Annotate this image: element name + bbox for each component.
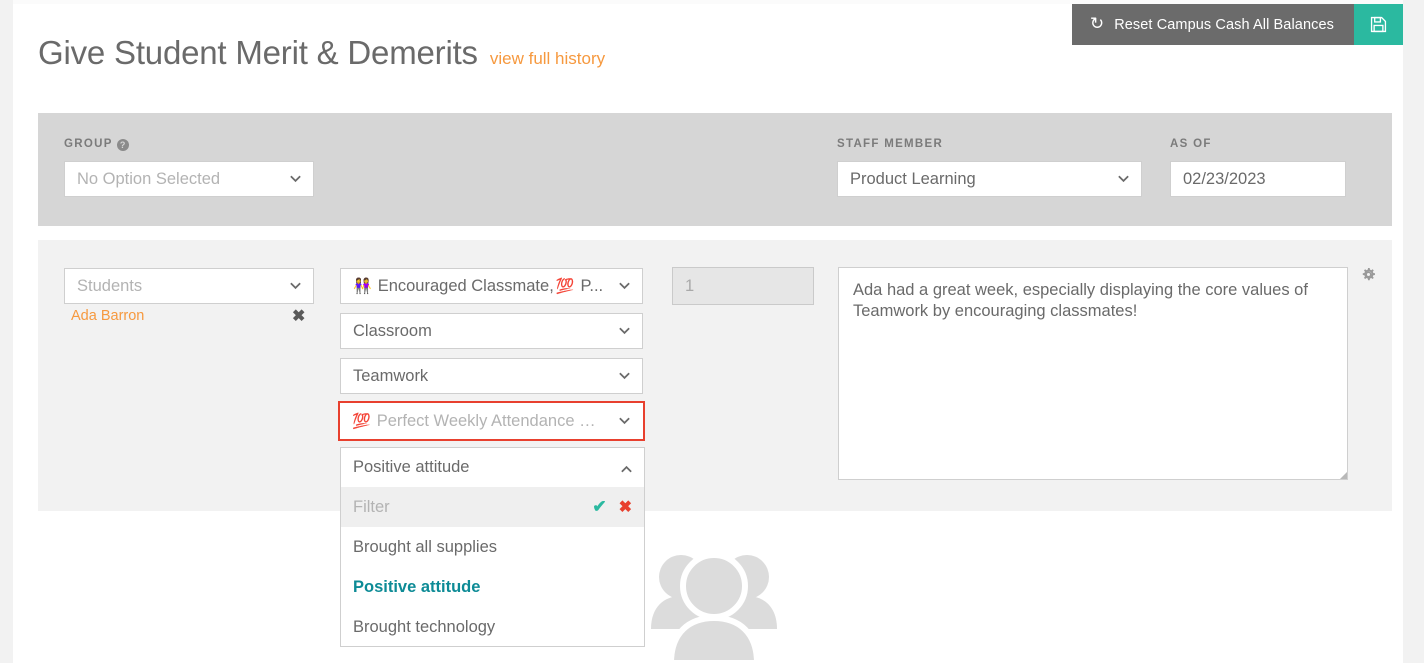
question-mark-icon[interactable]: ? [117,139,129,151]
dropdown-option-label: Brought all supplies [353,538,497,557]
dropdown-selected-header[interactable]: Positive attitude [340,447,645,487]
selected-student-name[interactable]: Ada Barron [71,308,144,324]
as-of-date-input[interactable]: 02/23/2023 [1170,161,1346,197]
entry-row-panel: Students Ada Barron ✖ 👭 Encouraged Class… [38,240,1392,511]
dropdown-selected-value: Positive attitude [353,458,469,477]
location-select-value: Classroom [353,322,432,341]
check-icon[interactable]: ✔ [592,497,606,517]
staff-member-label: STAFF MEMBER [837,138,943,150]
save-button[interactable] [1354,4,1403,45]
dropdown-filter-row[interactable]: Filter ✔ ✖ [341,487,644,527]
dropdown-option-0[interactable]: Brought all supplies [341,527,644,567]
location-select[interactable]: Classroom [340,313,643,349]
core-value-select-value: Teamwork [353,367,428,386]
left-edge-strip [0,0,13,663]
dropdown-option-label: Positive attitude [353,578,480,597]
page-header: Give Student Merit & Demerits view full … [38,36,605,69]
two-people-icon: 👭 [353,279,372,294]
close-x-icon[interactable]: ✖ [619,497,632,517]
behavior-select-text: Encouraged Classmate, [378,277,554,296]
as-of-date-value: 02/23/2023 [1183,170,1266,189]
chevron-down-icon [618,324,631,337]
staff-member-select[interactable]: Product Learning [837,161,1142,197]
page-title: Give Student Merit & Demerits [38,36,478,69]
hundred-points-icon: 💯 [556,279,575,294]
student-select[interactable]: Students [64,268,314,304]
dropdown-option-1[interactable]: Positive attitude [341,567,644,607]
quantity-input[interactable]: 1 [672,267,814,305]
staff-member-value: Product Learning [850,170,976,189]
quantity-value: 1 [685,277,694,296]
right-edge-strip [1403,0,1424,663]
chevron-down-icon [618,369,631,382]
group-label: GROUP? [64,138,129,151]
reset-campus-cash-button[interactable]: ↻ Reset Campus Cash All Balances [1072,4,1354,45]
chevron-up-icon [620,462,633,475]
dropdown-option-list: Filter ✔ ✖ Brought all supplies Positive… [340,487,645,647]
group-select[interactable]: No Option Selected [64,161,314,197]
floppy-disk-save-icon [1369,15,1388,34]
reset-campus-cash-label: Reset Campus Cash All Balances [1114,17,1334,33]
page-root: ↻ Reset Campus Cash All Balances Give St… [0,0,1424,663]
gear-settings-icon[interactable] [1360,266,1377,288]
top-action-bar: ↻ Reset Campus Cash All Balances [1072,4,1403,45]
behavior-select-text2: P... [580,277,603,296]
behavior-select[interactable]: 👭 Encouraged Classmate, 💯 P... [340,268,643,304]
student-select-value: Students [77,277,142,296]
filter-panel: GROUP? No Option Selected STAFF MEMBER P… [38,113,1392,226]
chevron-down-icon [289,279,302,292]
view-full-history-link[interactable]: view full history [490,49,605,69]
as-of-label: AS OF [1170,138,1212,150]
chevron-down-icon [289,172,302,185]
chevron-down-icon [1117,172,1130,185]
group-select-value: No Option Selected [77,170,220,189]
hundred-points-icon: 💯 [352,414,371,429]
dropdown-filter-input[interactable]: Filter [353,498,592,517]
chevron-down-icon [618,414,631,427]
remove-student-icon[interactable]: ✖ [292,309,305,325]
dropdown-option-label: Brought technology [353,618,495,637]
attendance-select-value: Perfect Weekly Attendance … [377,412,596,431]
chevron-down-icon [618,279,631,292]
note-textarea[interactable]: Ada had a great week, especially display… [838,267,1348,480]
dropdown-option-2[interactable]: Brought technology [341,607,644,647]
core-value-select[interactable]: Teamwork [340,358,643,394]
group-of-people-icon [648,545,780,663]
undo-arrow-icon: ↻ [1090,15,1104,32]
attendance-select-error[interactable]: 💯 Perfect Weekly Attendance … [338,401,645,441]
